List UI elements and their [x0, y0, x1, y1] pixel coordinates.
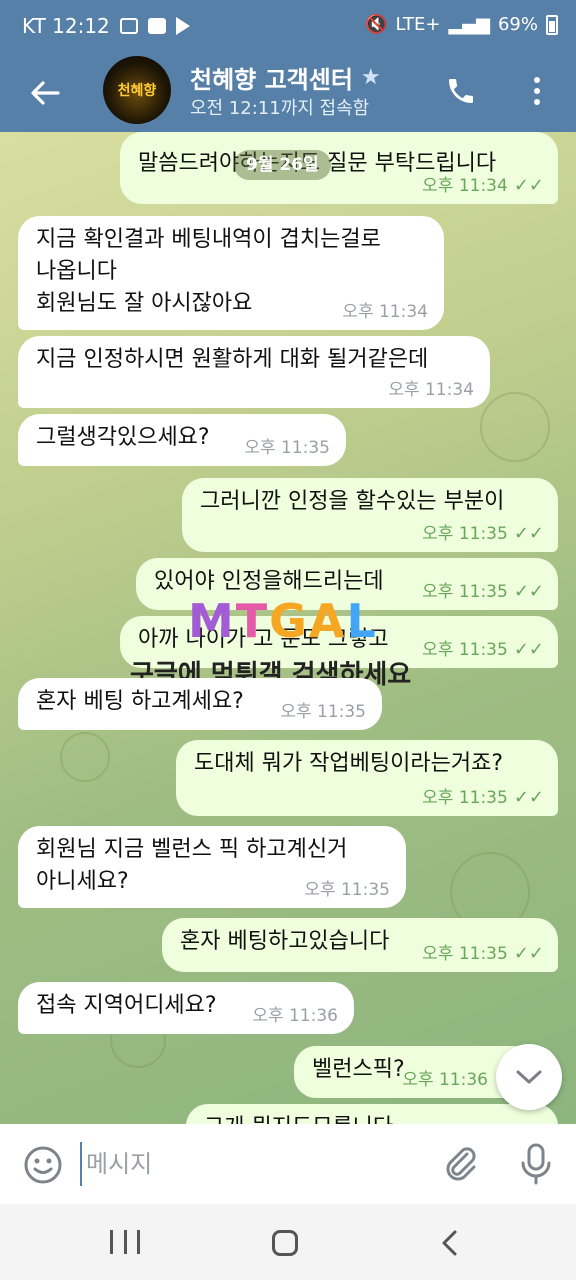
- message-bubble-outgoing[interactable]: 도대체 뭐가 작업베팅이라는거죠? 오후 11:35 ✓✓: [176, 740, 558, 816]
- back-arrow-icon: [31, 81, 60, 105]
- system-back-button[interactable]: [436, 1228, 466, 1258]
- message-time: 오후 11:35: [244, 438, 330, 458]
- scroll-down-button[interactable]: [496, 1044, 562, 1110]
- chat-header: 천혜향 천혜향 고객센터 ★ 오전 12:11까지 접속함: [0, 54, 576, 132]
- message-time: 오후 11:35 ✓✓: [422, 943, 544, 965]
- message-text: 그러니깐 인정을 할수있는 부분이: [200, 489, 505, 514]
- play-store-icon: [175, 17, 190, 35]
- read-check-icon: ✓✓: [513, 523, 544, 544]
- message-bubble-incoming[interactable]: 혼자 베팅 하고계세요? 오후 11:35: [18, 678, 382, 730]
- message-time: 오후 11:34 ✓✓: [422, 175, 544, 197]
- battery-icon: [546, 14, 558, 35]
- message-time: 오후 11:35 ✓✓: [422, 787, 544, 809]
- read-check-icon: ✓✓: [513, 581, 544, 602]
- emoji-icon: [24, 1146, 62, 1184]
- message-text: 나옵니다: [36, 259, 117, 284]
- avatar[interactable]: 천혜향: [103, 56, 171, 124]
- system-navigation-bar: [0, 1204, 576, 1280]
- message-time: 오후 11:34: [388, 380, 474, 400]
- gallery-icon: [119, 18, 138, 34]
- message-time: 오후 11:35 ✓✓: [422, 523, 544, 545]
- message-bubble-incoming[interactable]: 지금 인정하시면 원활하게 대화 될거같은데 오후 11:34: [18, 336, 490, 408]
- star-icon: ★: [360, 65, 381, 90]
- read-check-icon: ✓✓: [513, 175, 544, 196]
- last-seen-status: 오전 12:11까지 접속함: [190, 98, 370, 119]
- chat-messages-area[interactable]: 말씀드려야하는지도 질문 부탁드립니다 오후 11:34 ✓✓ 9월 26일 지금…: [0, 132, 576, 1124]
- status-bar: KT 12:12 🔇 LTE+ ▂▄▆ 69%: [0, 0, 576, 54]
- chat-title[interactable]: 천혜향 고객센터 ★: [190, 60, 381, 95]
- battery-label: 69%: [497, 14, 538, 35]
- message-input[interactable]: [80, 1142, 420, 1186]
- call-button[interactable]: [438, 68, 484, 114]
- date-separator: 9월 26일: [234, 150, 331, 180]
- message-time: 오후 11:34: [342, 302, 428, 322]
- message-text: 그게 뭔지도모릅니다: [204, 1112, 544, 1124]
- read-check-icon: ✓✓: [513, 943, 544, 964]
- message-bubble-incoming[interactable]: 그럴생각있으세요? 오후 11:35: [18, 414, 346, 466]
- message-time: 오후 11:35 ✓✓: [422, 639, 544, 661]
- message-text: 도대체 뭐가 작업베팅이라는거죠?: [194, 751, 504, 776]
- message-time: 오후 11:36: [252, 1006, 338, 1026]
- message-bubble-outgoing[interactable]: 말씀드려야하는지도 질문 부탁드립니다 오후 11:34 ✓✓: [120, 132, 558, 204]
- message-bubble-incoming[interactable]: 지금 확인결과 베팅내역이 겹치는걸로 나옵니다 회원님도 잘 아시잖아요 오후…: [18, 216, 444, 330]
- phone-icon: [449, 79, 473, 103]
- emoji-button[interactable]: [22, 1144, 64, 1186]
- paperclip-icon: [446, 1147, 476, 1181]
- voice-message-button[interactable]: [516, 1142, 560, 1186]
- signal-icon: ▂▄▆: [448, 14, 490, 35]
- message-bubble-incoming[interactable]: 회원님 지금 벨런스 픽 하고계신거 아니세요? 오후 11:35: [18, 826, 406, 908]
- status-left: KT 12:12: [22, 14, 190, 38]
- carrier-time: KT 12:12: [22, 14, 110, 38]
- message-time: 오후 11:36: [402, 1070, 488, 1090]
- attach-button[interactable]: [440, 1142, 484, 1186]
- message-text: 지금 인정하시면 원활하게 대화 될거같은데: [36, 347, 429, 372]
- message-text: 회원님 지금 벨런스 픽 하고계신거: [36, 837, 348, 862]
- message-time: 오후 11:35 ✓✓: [422, 581, 544, 603]
- message-bubble-outgoing[interactable]: 혼자 베팅하고있습니다 오후 11:35 ✓✓: [162, 918, 558, 972]
- read-check-icon: ✓✓: [513, 787, 544, 808]
- microphone-icon: [521, 1143, 551, 1185]
- watermark-logo: MTGAL: [188, 594, 378, 648]
- message-text: 지금 확인결과 베팅내역이 겹치는걸로: [36, 227, 381, 252]
- message-composer: [0, 1124, 576, 1204]
- message-bubble-outgoing[interactable]: 그러니깐 인정을 할수있는 부분이 오후 11:35 ✓✓: [182, 478, 558, 552]
- wallpaper-doodle: [60, 732, 110, 782]
- more-vert-icon: [534, 77, 540, 83]
- message-time: 오후 11:35: [304, 880, 390, 900]
- read-check-icon: ✓✓: [513, 639, 544, 660]
- more-options-button[interactable]: [514, 68, 560, 114]
- wallpaper-doodle: [480, 392, 550, 462]
- message-time: 오후 11:35: [280, 702, 366, 722]
- status-right: 🔇 LTE+ ▂▄▆ 69%: [365, 14, 558, 35]
- avatar-text: 천혜향: [117, 83, 157, 99]
- recent-apps-button[interactable]: [110, 1230, 140, 1256]
- network-label: LTE+: [395, 14, 441, 35]
- check-square-icon: [147, 18, 166, 34]
- home-button[interactable]: [272, 1230, 298, 1256]
- message-bubble-incoming[interactable]: 접속 지역어디세요? 오후 11:36: [18, 982, 354, 1034]
- chat-title-text: 천혜향 고객센터: [190, 66, 353, 94]
- back-button[interactable]: [20, 68, 70, 118]
- back-chevron-icon: [442, 1230, 457, 1256]
- message-bubble-outgoing[interactable]: 그게 뭔지도모릅니다: [186, 1104, 558, 1124]
- mute-icon: 🔇: [365, 14, 388, 35]
- chevron-down-icon: [516, 1070, 542, 1084]
